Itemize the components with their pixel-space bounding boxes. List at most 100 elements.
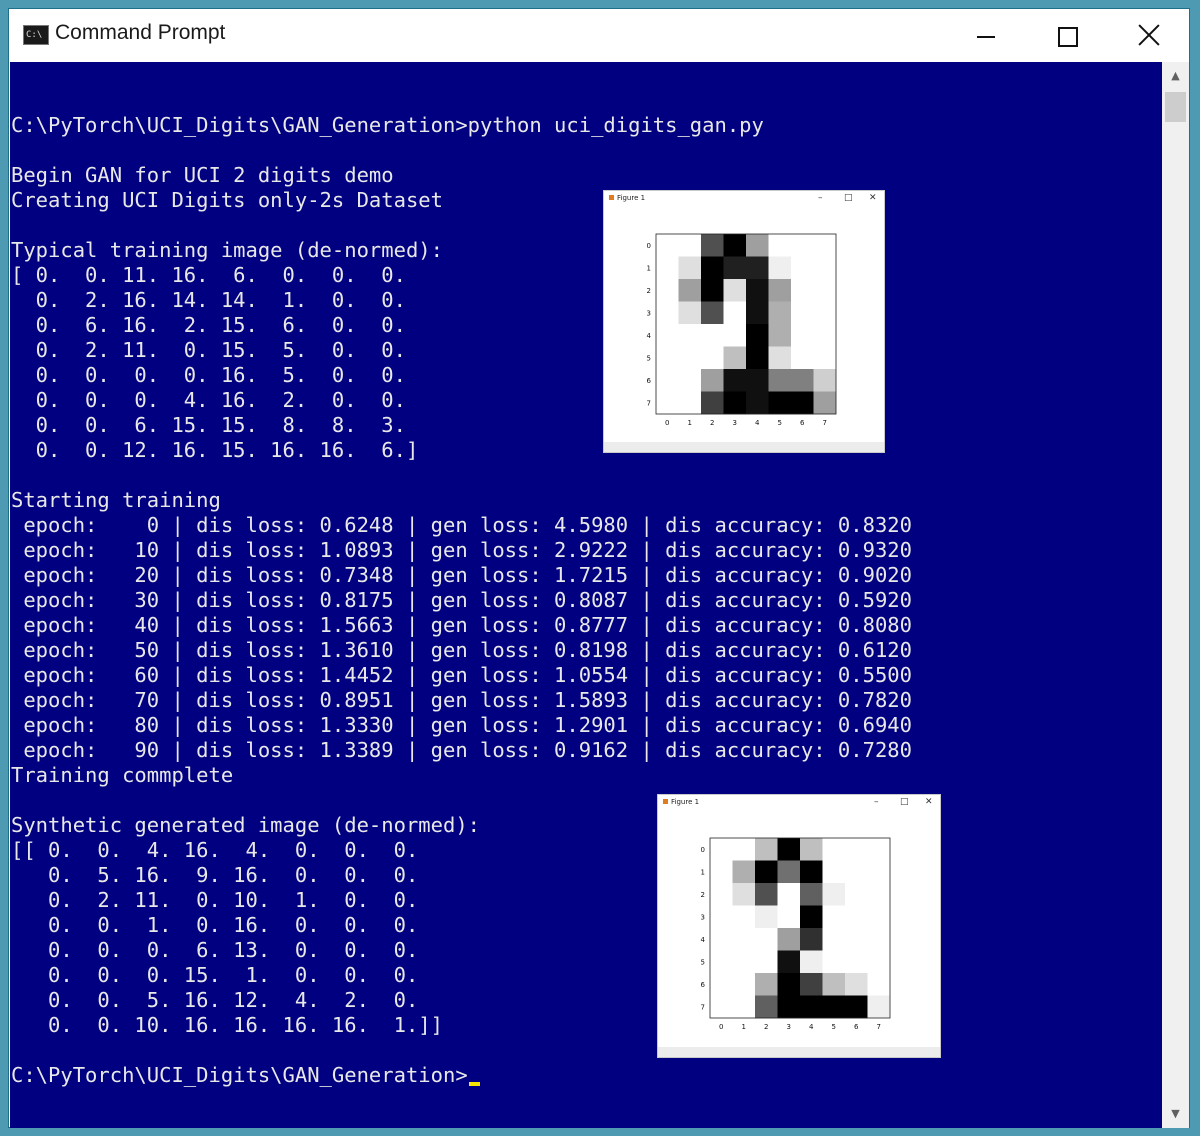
figure-close-button[interactable]: ✕ [869,191,877,205]
scroll-up-icon[interactable]: ▲ [1162,62,1189,90]
pixel-cell [710,883,733,906]
close-button[interactable] [1109,9,1189,63]
pixel-cell [746,234,769,257]
scroll-down-icon[interactable]: ▼ [1162,1100,1189,1128]
pixel-cell [710,995,733,1019]
pixel-cell [678,369,702,392]
pixel-cell [746,391,769,415]
pixel-cell [768,279,792,302]
pixel-cell [845,883,868,906]
pixel-cell [656,234,679,257]
pixel-cell [732,928,756,951]
pixel-cell [822,928,846,951]
digit-heatmap: 0 0 1 1 2 2 3 3 4 4 5 5 6 6 7 7 [647,233,837,427]
pixel-cell [822,838,846,861]
pixel-cell [813,346,837,370]
pixel-cell [800,973,823,996]
console-output-area[interactable]: C:\PyTorch\UCI_Digits\GAN_Generation>pyt… [10,62,1162,1128]
pixel-cell [710,973,733,996]
pixel-cell [768,234,792,257]
pixel-cell [822,883,846,906]
console-line: epoch: 0 | dis loss: 0.6248 | gen loss: … [11,513,912,537]
figure-minimize-button[interactable]: – [818,191,823,205]
figure-window-training-image[interactable]: Figure 1 – □ ✕ 0 0 1 1 2 2 3 3 4 4 5 5 6 6 7 7 [603,190,885,453]
scrollbar-thumb[interactable] [1165,92,1186,122]
y-tick-label: 1 [701,868,705,876]
console-line: Training commplete [11,763,234,787]
console-line: 0. 0. 12. 16. 15. 16. 16. 6.] [11,438,419,462]
y-tick-label: 4 [701,936,706,944]
y-tick-label: 6 [701,981,706,989]
console-line: 0. 0. 10. 16. 16. 16. 16. 1.]] [11,1013,443,1037]
pixel-cell [701,301,724,325]
pixel-cell [800,928,823,951]
pixel-cell [755,995,778,1019]
pixel-cell [732,950,756,974]
pixel-cell [755,838,778,861]
pixel-cell [656,369,679,392]
figure-window-generated-image[interactable]: Figure 1 – □ ✕ 0 0 1 1 2 2 3 3 4 4 5 5 6 6 7 7 [657,794,941,1058]
pixel-cell [732,838,756,861]
pixel-cell [746,346,769,370]
pixel-cell [777,995,801,1019]
pixel-cell [656,256,679,280]
figure-title: Figure 1 [671,798,700,806]
console-icon: C:\ [23,25,49,45]
pixel-cell [791,324,814,347]
pixel-cell [710,950,733,974]
pixel-cell [791,234,814,257]
digit-heatmap: 0 0 1 1 2 2 3 3 4 4 5 5 6 6 7 7 [701,837,891,1031]
figure-maximize-button[interactable]: □ [844,191,853,205]
pixel-cell [768,324,792,347]
x-tick-label: 4 [809,1023,814,1031]
pixel-cell [822,905,846,929]
vertical-scrollbar[interactable]: ▲ ▼ [1162,62,1189,1128]
console-line: Synthetic generated image (de-normed): [11,813,480,837]
figure-maximize-button[interactable]: □ [900,795,909,809]
console-line: epoch: 20 | dis loss: 0.7348 | gen loss:… [11,563,912,587]
console-line: 0. 6. 16. 2. 15. 6. 0. 0. [11,313,406,337]
pixel-cell [723,346,747,370]
pixel-cell [800,950,823,974]
pixel-cell [656,301,679,325]
pixel-cell [755,905,778,929]
x-tick-label: 1 [742,1023,746,1031]
minimize-icon [977,36,995,38]
pixel-cell [867,838,891,861]
maximize-button[interactable] [1027,9,1107,63]
title-bar[interactable]: C:\ Command Prompt [9,9,1189,63]
pixel-cell [845,973,868,996]
pixel-cell [768,391,792,415]
minimize-button[interactable] [946,9,1026,63]
y-tick-label: 5 [701,958,705,966]
figure-title-bar: Figure 1 [658,795,940,809]
y-tick-label: 6 [647,377,652,385]
pixel-cell [867,950,891,974]
pixel-cell [656,279,679,302]
pixel-cell [813,256,837,280]
x-tick-label: 1 [688,419,692,427]
window-title: Command Prompt [55,21,226,44]
pixel-cell [723,279,747,302]
pixel-cell [710,860,733,884]
figure-icon [609,195,614,200]
pixel-cell [813,324,837,347]
figure-close-button[interactable]: ✕ [925,795,933,809]
pixel-cell [777,838,801,861]
text-cursor [468,1082,480,1086]
pixel-cell [867,995,891,1019]
pixel-cell [678,324,702,347]
y-tick-label: 7 [647,399,651,407]
pixel-cell [800,883,823,906]
x-tick-label: 4 [755,419,760,427]
pixel-cell [678,256,702,280]
pixel-cell [723,234,747,257]
console-line: epoch: 80 | dis loss: 1.3330 | gen loss:… [11,713,912,737]
pixel-cell [656,346,679,370]
pixel-cell [678,391,702,415]
pixel-cell [867,860,891,884]
pixel-cell [777,883,801,906]
y-tick-label: 0 [647,242,651,250]
figure-minimize-button[interactable]: – [874,795,879,809]
pixel-cell [732,973,756,996]
